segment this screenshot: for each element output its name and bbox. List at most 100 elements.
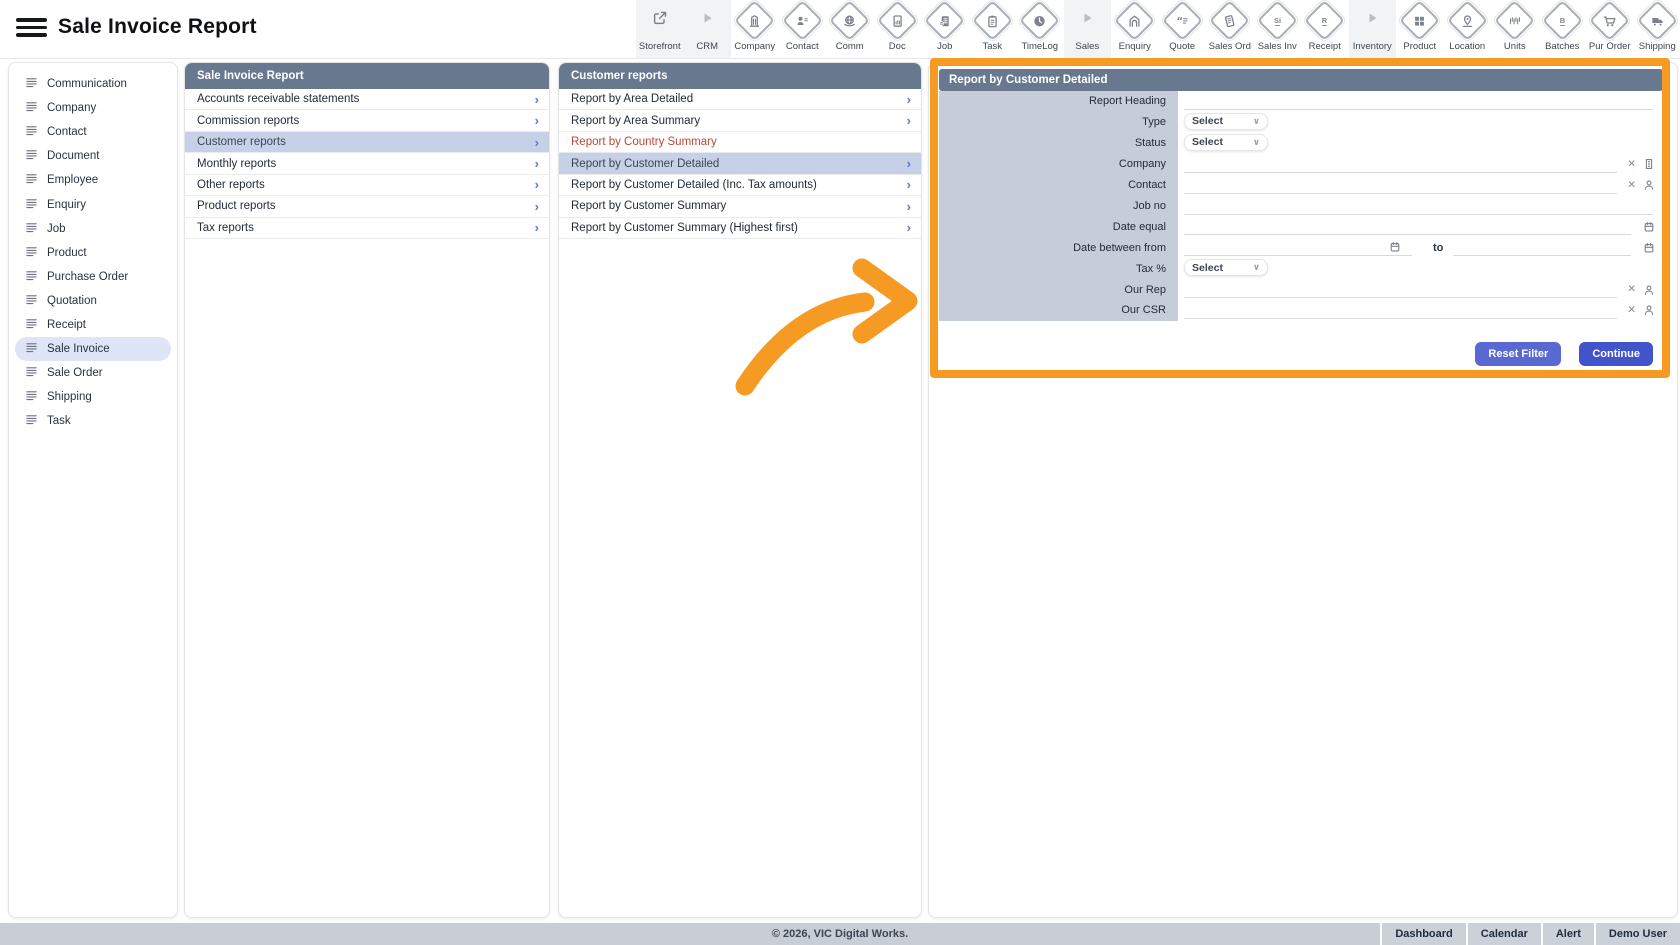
toolbar-item-receipt[interactable]: RReceipt xyxy=(1301,0,1349,58)
form-row-company: Company✕ xyxy=(939,154,1669,175)
report-row-report-by-customer-summary-highest-first[interactable]: Report by Customer Summary (Highest firs… xyxy=(559,218,921,239)
toolbar-item-shipping[interactable]: Shipping xyxy=(1634,0,1680,58)
form-row-tax: Tax %Select∨ xyxy=(939,258,1669,279)
sidebar-item-receipt[interactable]: Receipt xyxy=(15,313,171,337)
barcode-icon xyxy=(1508,13,1522,27)
sidebar-item-purchase-order[interactable]: Purchase Order xyxy=(15,265,171,289)
toolbar-item-location[interactable]: Location xyxy=(1444,0,1492,58)
company-input[interactable] xyxy=(1184,156,1617,173)
sidebar-item-label: Quotation xyxy=(47,295,97,307)
toolbar-item-sales-inv[interactable]: SiSales Inv xyxy=(1254,0,1302,58)
toolbar-item-storefront[interactable]: Storefront xyxy=(636,0,684,58)
diamond-shape xyxy=(734,0,775,41)
tax-select[interactable]: Select∨ xyxy=(1184,259,1268,276)
sidebar-item-contact[interactable]: Contact xyxy=(15,120,171,144)
report-group-row-product-reports[interactable]: Product reports› xyxy=(185,196,549,217)
report-row-report-by-customer-detailed[interactable]: Report by Customer Detailed› xyxy=(559,153,921,174)
toolbar-item-timelog[interactable]: TimeLog xyxy=(1016,0,1064,58)
toolbar-item-quote[interactable]: “Quote xyxy=(1159,0,1207,58)
sidebar-item-task[interactable]: Task xyxy=(15,409,171,433)
sidebar-item-job[interactable]: Job xyxy=(15,217,171,241)
doc-chart-icon xyxy=(890,13,904,27)
our-csr-input[interactable] xyxy=(1184,302,1617,319)
toolbar-item-sales-ord[interactable]: Sales Ord xyxy=(1206,0,1254,58)
sidebar-item-employee[interactable]: Employee xyxy=(15,168,171,192)
toolbar-item-comm[interactable]: Comm xyxy=(826,0,874,58)
toolbar-item-label: Doc xyxy=(889,41,906,52)
job-no-input[interactable] xyxy=(1184,198,1653,215)
contact-input[interactable] xyxy=(1184,177,1617,194)
report-heading-input[interactable] xyxy=(1184,93,1653,110)
toolbar-item-enquiry[interactable]: Enquiry xyxy=(1111,0,1159,58)
continue-button[interactable]: Continue xyxy=(1579,342,1653,366)
toolbar-item-label: Task xyxy=(982,41,1002,52)
archway-icon xyxy=(1128,13,1142,27)
toolbar-item-contact[interactable]: Contact xyxy=(779,0,827,58)
footer-link-demo-user[interactable]: Demo User xyxy=(1594,923,1680,945)
person-icon[interactable] xyxy=(1643,284,1655,296)
sidebar-item-product[interactable]: Product xyxy=(15,241,171,265)
map-pin-icon xyxy=(1460,13,1474,27)
field-label: Status xyxy=(939,133,1178,154)
footer-link-alert[interactable]: Alert xyxy=(1541,923,1594,945)
toolbar-item-batches[interactable]: BBatches xyxy=(1539,0,1587,58)
sidebar-item-sale-order[interactable]: Sale Order xyxy=(15,361,171,385)
sidebar-item-document[interactable]: Document xyxy=(15,144,171,168)
to-label: to xyxy=(1433,237,1443,258)
reset-filter-button[interactable]: Reset Filter xyxy=(1475,342,1561,366)
date-between-from-input[interactable] xyxy=(1453,239,1631,256)
toolbar-item-doc[interactable]: Doc xyxy=(874,0,922,58)
report-row-report-by-customer-detailed-inc-tax-amounts[interactable]: Report by Customer Detailed (Inc. Tax am… xyxy=(559,175,921,196)
report-group-row-customer-reports[interactable]: Customer reports› xyxy=(185,132,549,153)
report-row-report-by-country-summary[interactable]: Report by Country Summary xyxy=(559,132,921,153)
sidebar-item-sale-invoice[interactable]: Sale Invoice xyxy=(15,337,171,361)
list-icon xyxy=(25,148,38,164)
sidebar-item-quotation[interactable]: Quotation xyxy=(15,289,171,313)
report-row-report-by-area-summary[interactable]: Report by Area Summary› xyxy=(559,110,921,131)
building-small-icon[interactable] xyxy=(1643,158,1655,170)
person-icon[interactable] xyxy=(1643,179,1655,191)
menu-icon[interactable] xyxy=(16,18,47,40)
report-row-report-by-customer-summary[interactable]: Report by Customer Summary› xyxy=(559,196,921,217)
toolbar-item-crm[interactable]: CRM xyxy=(684,0,732,58)
toolbar-item-inventory[interactable]: Inventory xyxy=(1349,0,1397,58)
toolbar-item-pur-order[interactable]: Pur Order xyxy=(1586,0,1634,58)
clear-icon[interactable]: ✕ xyxy=(1627,284,1636,295)
sidebar-item-shipping[interactable]: Shipping xyxy=(15,385,171,409)
toolbar-item-label: Company xyxy=(734,41,775,52)
sidebar-item-enquiry[interactable]: Enquiry xyxy=(15,192,171,216)
footer-link-calendar[interactable]: Calendar xyxy=(1466,923,1541,945)
clear-icon[interactable]: ✕ xyxy=(1627,159,1636,170)
calendar-icon[interactable] xyxy=(1389,240,1401,258)
toolbar-item-units[interactable]: Units xyxy=(1491,0,1539,58)
toolbar-item-company[interactable]: Company xyxy=(731,0,779,58)
our-rep-input[interactable] xyxy=(1184,281,1617,298)
page-title: Sale Invoice Report xyxy=(58,15,257,39)
calendar-icon[interactable] xyxy=(1643,242,1655,254)
toolbar-item-task[interactable]: Task xyxy=(969,0,1017,58)
status-select[interactable]: Select∨ xyxy=(1184,134,1268,151)
toolbar-item-sales[interactable]: Sales xyxy=(1064,0,1112,58)
toolbar-item-product[interactable]: Product xyxy=(1396,0,1444,58)
footer-bar: © 2026, VIC Digital Works. DashboardCale… xyxy=(0,923,1680,945)
type-select[interactable]: Select∨ xyxy=(1184,113,1268,130)
report-row-report-by-area-detailed[interactable]: Report by Area Detailed› xyxy=(559,89,921,110)
footer-link-dashboard[interactable]: Dashboard xyxy=(1380,923,1465,945)
report-group-row-tax-reports[interactable]: Tax reports› xyxy=(185,218,549,239)
calendar-icon[interactable] xyxy=(1643,221,1655,233)
date-equal-input[interactable] xyxy=(1184,218,1631,235)
report-group-row-other-reports[interactable]: Other reports› xyxy=(185,175,549,196)
sidebar-item-communication[interactable]: Communication xyxy=(15,72,171,96)
date-between-from-input[interactable] xyxy=(1184,239,1412,256)
report-group-row-accounts-receivable-statements[interactable]: Accounts receivable statements› xyxy=(185,89,549,110)
sidebar-item-company[interactable]: Company xyxy=(15,96,171,120)
person-card-icon xyxy=(795,13,809,27)
clear-icon[interactable]: ✕ xyxy=(1627,180,1636,191)
clear-icon[interactable]: ✕ xyxy=(1627,305,1636,316)
report-group-row-commission-reports[interactable]: Commission reports› xyxy=(185,110,549,131)
report-group-row-monthly-reports[interactable]: Monthly reports› xyxy=(185,153,549,174)
toolbar-item-job[interactable]: Job xyxy=(921,0,969,58)
row-label: Report by Country Summary xyxy=(571,136,717,148)
truck-icon xyxy=(1650,13,1664,27)
person-icon[interactable] xyxy=(1643,304,1655,316)
